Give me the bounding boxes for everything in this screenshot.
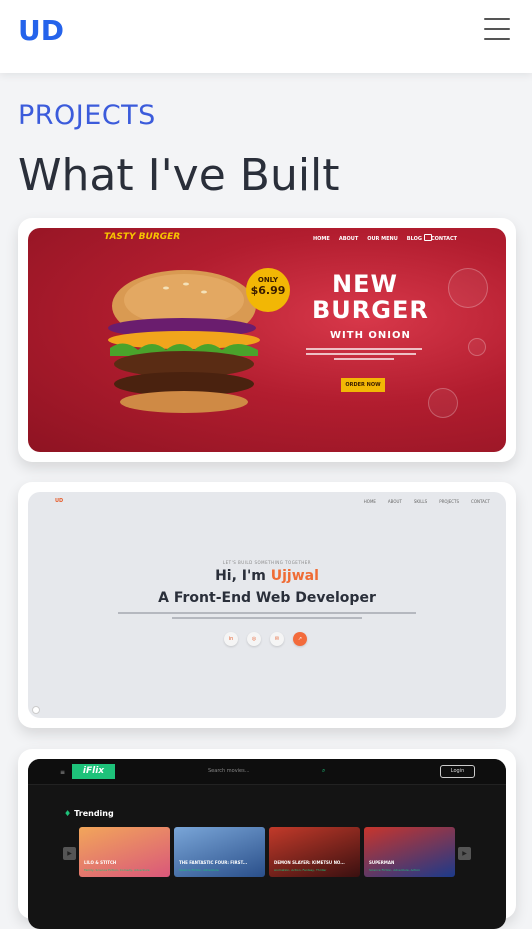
linkedin-icon[interactable]: in [224,632,238,646]
movie-card: LILO & STITCH Family, Science Fiction, Co… [79,827,170,877]
burger-nav: HOME ABOUT OUR MENU BLOG CONTACT [313,236,458,242]
burger-headline-new: NEW [332,270,398,298]
project-card-iflix[interactable]: ≡ iFlix Search movies... ⌕ Login ♦ Trendi… [18,749,516,929]
cart-icon [424,234,432,241]
next-arrow-icon: ▶ [458,847,471,860]
burger-headline-burger: BURGER [312,296,429,324]
github-icon[interactable]: ◎ [247,632,261,646]
project-card-portfolio[interactable]: UD HOME ABOUT SKILLS PROJECTS CONTACT LE… [18,482,516,728]
portfolio-role: A Front-End Web Developer [158,590,376,606]
trending-carousel: LILO & STITCH Family, Science Fiction, Co… [79,827,455,877]
hamburger-menu-icon[interactable] [482,16,512,42]
trending-heading: ♦ Trending [64,809,114,818]
portfolio-socials: in ◎ ✉ ↗ [224,632,307,646]
section-title: What I've Built [18,150,340,201]
burger-image [108,270,260,413]
search-icon: ⌕ [322,767,326,774]
menu-icon: ≡ [60,769,66,776]
project-card-tasty-burger[interactable]: TASTY BURGER HOME ABOUT OUR MENU BLOG CO… [18,218,516,462]
burger-headline-onion: WITH ONION [330,330,411,341]
order-now-button[interactable]: ORDER NOW [341,378,385,392]
portfolio-tagline: LET'S BUILD SOMETHING TOGETHER [222,560,312,565]
project-thumbnail[interactable]: UD HOME ABOUT SKILLS PROJECTS CONTACT LE… [28,492,506,718]
burger-logo: TASTY BURGER [104,232,181,242]
movie-card: THE FANTASTIC FOUR: FIRST... Science Fict… [174,827,265,877]
navbar: UD [0,0,532,73]
portfolio-greeting: Hi, I'm Ujjwal [215,568,319,584]
external-link-icon[interactable]: ↗ [293,632,307,646]
movie-card: DEMON SLAYER: KIMETSU NO... Animation, Ac… [269,827,360,877]
email-icon[interactable]: ✉ [270,632,284,646]
project-thumbnail[interactable]: ≡ iFlix Search movies... ⌕ Login ♦ Trendi… [28,759,506,929]
portfolio-description [118,612,416,622]
iflix-logo: iFlix [72,764,115,779]
burger-description [306,348,422,368]
flame-icon: ♦ [64,809,72,818]
portfolio-nav: HOME ABOUT SKILLS PROJECTS CONTACT [363,499,490,504]
portfolio-logo: UD [55,498,64,504]
prev-arrow-icon: ▶ [63,847,76,860]
site-logo[interactable]: UD [18,14,64,47]
iflix-search: Search movies... [208,768,250,774]
movie-card: SUPERMAN Science Fiction, Adventure, Acti… [364,827,455,877]
project-thumbnail[interactable]: TASTY BURGER HOME ABOUT OUR MENU BLOG CO… [28,228,506,452]
iflix-header: ≡ iFlix Search movies... ⌕ Login [28,759,506,785]
scroll-indicator [32,706,40,714]
iflix-login-button: Login [440,765,475,778]
section-label: PROJECTS [18,100,156,131]
price-badge: ONLY $6.99 [246,268,290,312]
